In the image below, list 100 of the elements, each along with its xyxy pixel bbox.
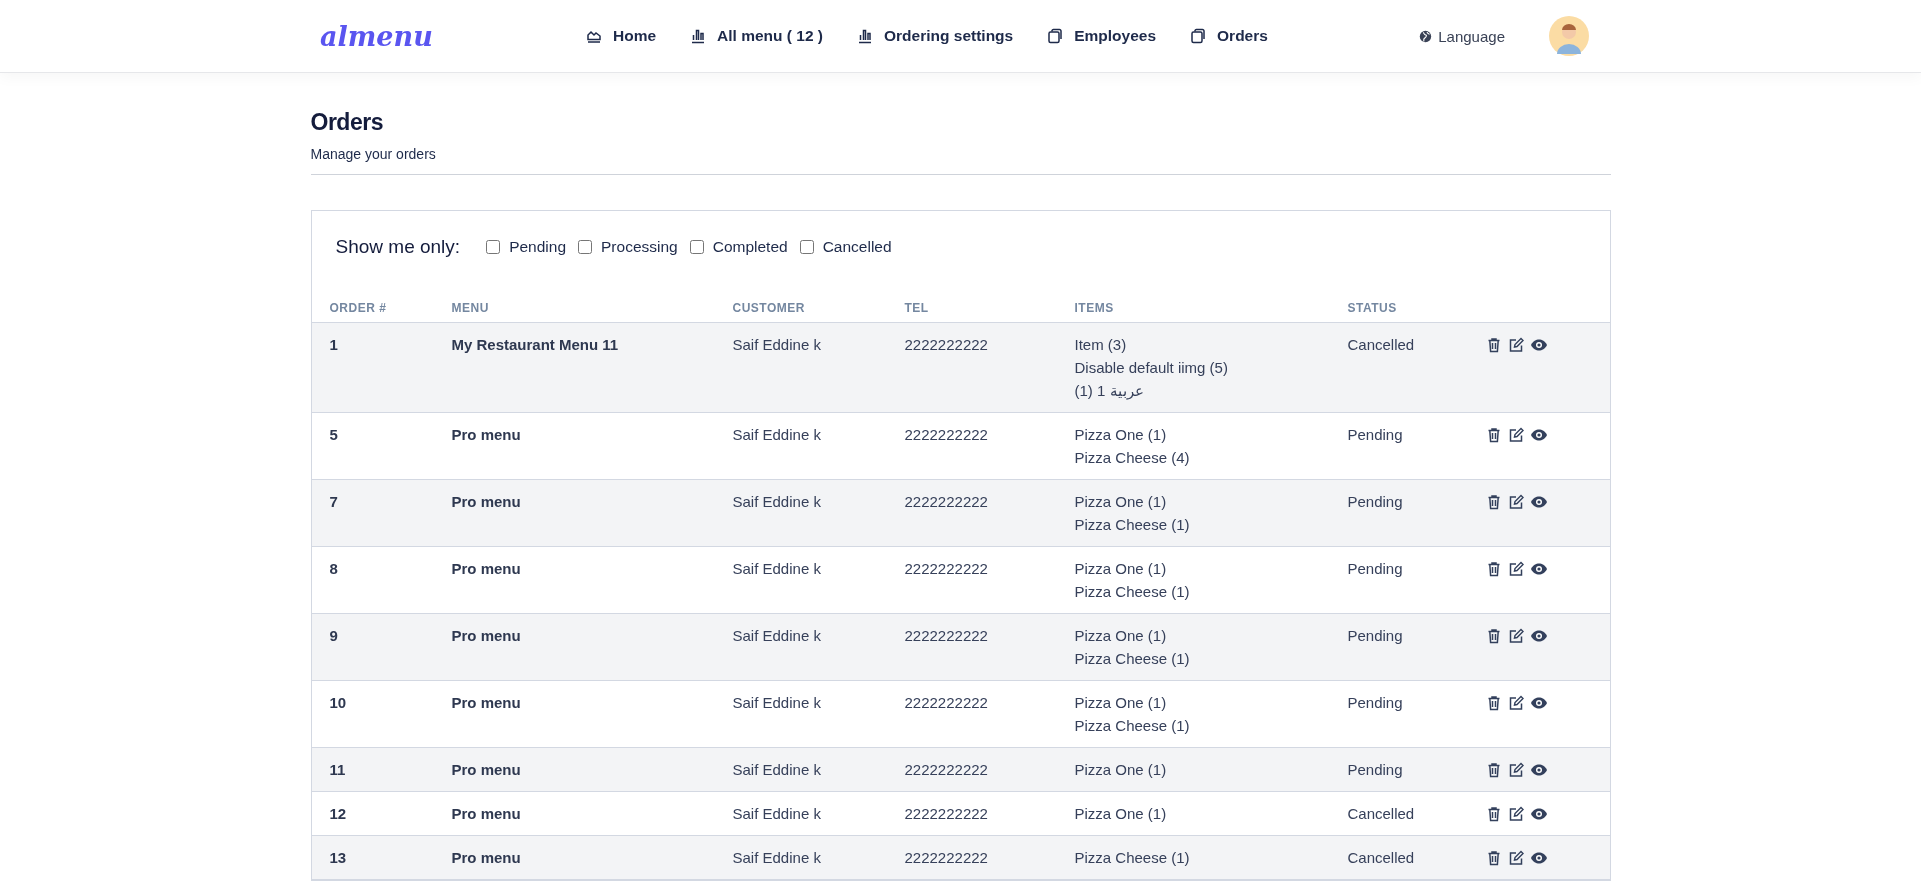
edit-icon[interactable] xyxy=(1507,493,1524,510)
status-checkbox[interactable] xyxy=(799,240,814,254)
customer-name: Saif Eddine k xyxy=(714,680,887,748)
edit-icon[interactable] xyxy=(1507,627,1524,644)
order-status: Pending xyxy=(1329,412,1468,480)
language-link[interactable]: Language xyxy=(1419,27,1505,45)
copy-icon xyxy=(1047,28,1064,44)
order-status: Cancelled xyxy=(1329,791,1468,836)
nav-label: Home xyxy=(613,27,657,45)
order-item: Pizza One (1) xyxy=(1074,804,1168,824)
order-number: 12 xyxy=(311,791,434,836)
order-item: Pizza One (1) xyxy=(1074,492,1168,512)
menu-name: Pro menu xyxy=(433,613,715,681)
order-item: Pizza Cheese (1) xyxy=(1074,649,1191,669)
nav-label: Employees xyxy=(1074,27,1157,45)
status-checkbox[interactable] xyxy=(578,240,592,254)
customer-name: Saif Eddine k xyxy=(714,412,887,480)
customer-name: Saif Eddine k xyxy=(714,747,887,792)
bar-chart-icon xyxy=(690,28,707,44)
phone-number: 2222222222 xyxy=(886,613,1057,681)
order-status: Cancelled xyxy=(1329,322,1468,413)
status-checkbox[interactable] xyxy=(486,240,501,254)
checkbox-label: Cancelled xyxy=(822,238,892,256)
order-status: Cancelled xyxy=(1329,835,1468,880)
page-subtitle: Manage your orders xyxy=(310,146,437,162)
table-row[interactable]: 13 Pro menu Saif Eddine k 2222222222 Pizza Cheese (1) Cancelled xyxy=(311,835,1610,880)
order-item: Pizza One (1) xyxy=(1074,693,1168,713)
order-number: 13 xyxy=(311,835,434,880)
order-number: 11 xyxy=(311,747,434,792)
order-item: Disable default iimg (5) xyxy=(1074,358,1229,378)
table-row[interactable]: 5 Pro menu Saif Eddine k 2222222222 Pizza One (1) Pizza Cheese (4) Pending xyxy=(311,412,1610,480)
column-header: ORDER # xyxy=(311,295,434,323)
table-row[interactable]: 11 Pro menu Saif Eddine k 2222222222 Pizza One (1) Pending xyxy=(311,747,1610,792)
order-item: Pizza Cheese (1) xyxy=(1074,515,1191,535)
nav-link[interactable]: Orders xyxy=(1190,27,1268,45)
customer-name: Saif Eddine k xyxy=(714,613,887,681)
table-row[interactable]: 10 Pro menu Saif Eddine k 2222222222 Pizza One (1) Pizza Cheese (1) Pending xyxy=(311,680,1610,748)
order-item: Pizza Cheese (4) xyxy=(1074,448,1191,468)
menu-name: Pro menu xyxy=(433,680,715,748)
avatar[interactable] xyxy=(1547,14,1591,58)
phone-number: 2222222222 xyxy=(886,479,1057,547)
checkbox-label: Processing xyxy=(601,238,678,256)
order-item: عربية 1 (1) xyxy=(1074,381,1145,402)
menu-name: Pro menu xyxy=(433,791,715,836)
nav-link[interactable]: Home xyxy=(586,27,657,45)
edit-icon[interactable] xyxy=(1507,560,1524,577)
order-number: 9 xyxy=(311,613,434,681)
customer-name: Saif Eddine k xyxy=(714,479,887,547)
table-row[interactable]: 7 Pro menu Saif Eddine k 2222222222 Pizza One (1) Pizza Cheese (1) Pending xyxy=(311,479,1610,547)
edit-icon[interactable] xyxy=(1507,426,1524,443)
nav-link[interactable]: Ordering settings xyxy=(857,27,1014,45)
order-item: Pizza One (1) xyxy=(1074,559,1168,579)
menu-name: Pro menu xyxy=(433,479,715,547)
column-header: TEL xyxy=(886,295,1057,323)
table-row[interactable]: 8 Pro menu Saif Eddine k 2222222222 Pizza One (1) Pizza Cheese (1) Pending xyxy=(311,546,1610,614)
edit-icon[interactable] xyxy=(1507,336,1524,353)
column-header: MENU xyxy=(433,295,715,323)
nav-link[interactable]: Employees xyxy=(1047,27,1157,45)
menu-name: Pro menu xyxy=(433,747,715,792)
bar-chart-icon xyxy=(857,28,873,44)
table-row[interactable]: 12 Pro menu Saif Eddine k 2222222222 Pizza One (1) Cancelled xyxy=(311,791,1610,836)
edit-icon[interactable] xyxy=(1507,805,1524,822)
table-row[interactable]: 9 Pro menu Saif Eddine k 2222222222 Pizza One (1) Pizza Cheese (1) Pending xyxy=(311,613,1610,681)
order-status: Pending xyxy=(1329,613,1468,681)
order-item: Pizza Cheese (1) xyxy=(1074,582,1191,602)
column-header: CUSTOMER xyxy=(714,295,887,323)
edit-icon[interactable] xyxy=(1507,761,1524,778)
nav-link[interactable]: All menu ( 12 ) xyxy=(690,27,823,45)
status-checkbox[interactable] xyxy=(689,240,704,254)
nav-label: Ordering settings xyxy=(884,27,1014,45)
order-item: Item (3) xyxy=(1074,335,1128,355)
menu-name: My Restaurant Menu 11 xyxy=(433,322,715,413)
customer-name: Saif Eddine k xyxy=(714,546,887,614)
column-header: STATUS xyxy=(1329,295,1468,323)
edit-icon[interactable] xyxy=(1507,849,1524,866)
nav-label: Orders xyxy=(1217,27,1268,45)
nav-label: All menu ( 12 ) xyxy=(717,27,823,45)
order-status: Pending xyxy=(1329,680,1468,748)
phone-number: 2222222222 xyxy=(886,835,1057,880)
customer-name: Saif Eddine k xyxy=(714,322,887,413)
order-number: 5 xyxy=(311,412,434,480)
order-item: Pizza Cheese (1) xyxy=(1074,716,1191,736)
logo[interactable]: almenu xyxy=(320,20,586,52)
phone-number: 2222222222 xyxy=(886,546,1057,614)
menu-name: Pro menu xyxy=(433,412,715,480)
order-item: Pizza Cheese (1) xyxy=(1074,848,1191,868)
order-item: Pizza One (1) xyxy=(1074,425,1168,445)
order-number: 1 xyxy=(311,322,434,413)
order-number: 8 xyxy=(311,546,434,614)
order-status: Pending xyxy=(1329,747,1468,792)
menu-name: Pro menu xyxy=(433,835,715,880)
edit-icon[interactable] xyxy=(1507,694,1524,711)
phone-number: 2222222222 xyxy=(886,680,1057,748)
order-status: Pending xyxy=(1329,546,1468,614)
menu-name: Pro menu xyxy=(433,546,715,614)
order-item: Pizza One (1) xyxy=(1074,626,1168,646)
phone-number: 2222222222 xyxy=(886,791,1057,836)
order-number: 7 xyxy=(311,479,434,547)
area-chart-icon xyxy=(586,28,602,44)
phone-number: 2222222222 xyxy=(886,322,1057,413)
